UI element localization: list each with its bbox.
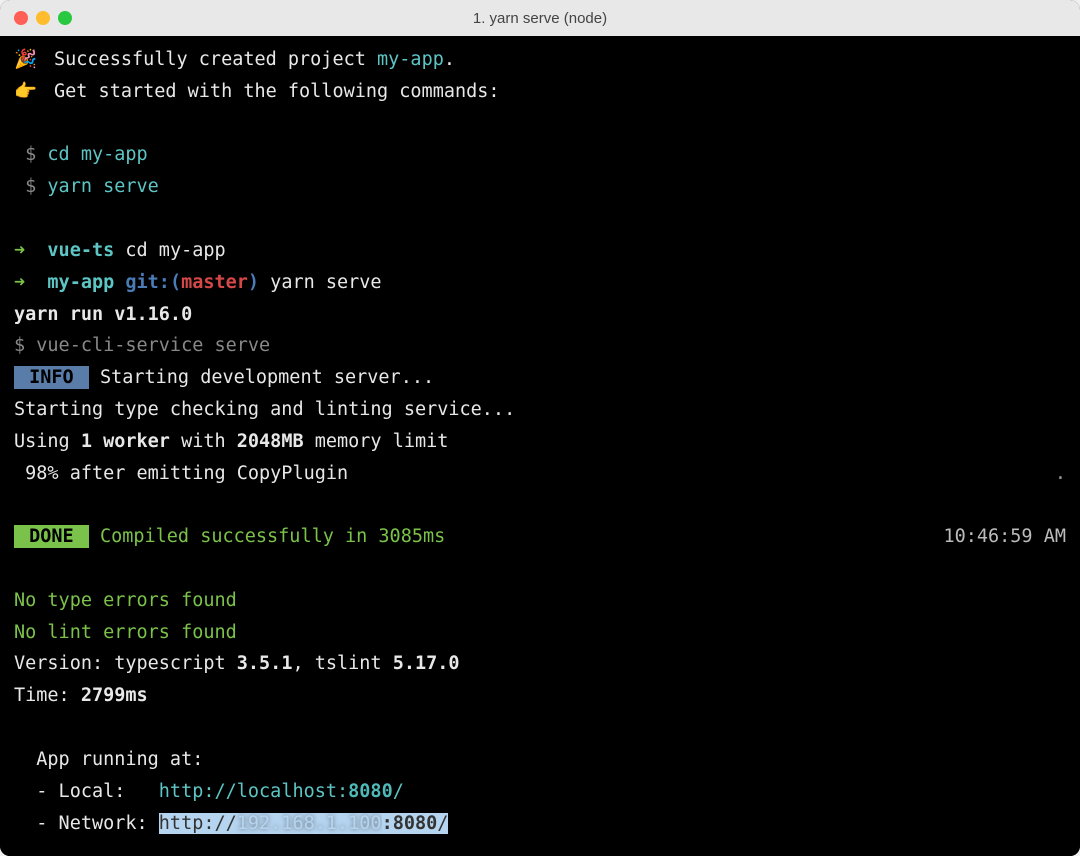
version-mid: , tslint: [292, 653, 392, 674]
network-suffix: /: [437, 813, 448, 834]
yarn-run: yarn run v1.16.0: [14, 299, 1066, 331]
local-port: 8080: [348, 781, 393, 802]
ts-version: 3.5.1: [237, 653, 293, 674]
traffic-lights: [14, 11, 72, 25]
minimize-button[interactable]: [36, 11, 50, 25]
cmd1-prefix: $: [14, 144, 47, 165]
progress-text: 98% after emitting CopyPlugin: [14, 463, 348, 484]
memory-limit: 2048MB: [237, 431, 304, 452]
no-lint-errors: No lint errors found: [14, 617, 1066, 649]
project-name: my-app: [377, 49, 444, 70]
workers-mid: with: [170, 431, 237, 452]
workers-prefix: Using: [14, 431, 81, 452]
network-url-prefix: http://: [159, 813, 237, 834]
point-icon: 👉: [14, 76, 54, 108]
progress-dot: .: [1055, 458, 1066, 490]
done-time: 10:46:59 AM: [943, 521, 1066, 553]
type-check-msg: Starting type checking and linting servi…: [14, 394, 1066, 426]
cmd1: cd my-app: [47, 144, 147, 165]
info-badge: INFO: [14, 366, 89, 389]
prompt-folder: my-app: [47, 272, 114, 293]
prompt-cmd: cd my-app: [114, 240, 225, 261]
network-label: - Network:: [14, 813, 159, 834]
time-value: 2799ms: [81, 685, 148, 706]
created-msg-prefix: Successfully created project: [54, 49, 377, 70]
prompt-arrow: ➜: [14, 272, 47, 293]
yarn-cli: $ vue-cli-service serve: [14, 330, 1066, 362]
local-url-prefix: http://localhost:: [159, 781, 348, 802]
workers-count: 1 worker: [81, 431, 170, 452]
network-hidden-ip: 192.168.1.100: [237, 813, 382, 834]
tada-icon: 🎉: [14, 44, 54, 76]
window-title: 1. yarn serve (node): [473, 10, 607, 27]
terminal-window: 1. yarn serve (node) 🎉Successfully creat…: [0, 0, 1080, 856]
get-started-msg: Get started with the following commands:: [54, 81, 500, 102]
created-msg-suffix: .: [444, 49, 455, 70]
git-branch: master: [181, 272, 248, 293]
network-port: :8080: [382, 813, 438, 834]
maximize-button[interactable]: [58, 11, 72, 25]
prompt-arrow: ➜: [14, 240, 47, 261]
cmd2-prefix: $: [14, 176, 47, 197]
git-close: ): [248, 272, 259, 293]
info-text: Starting development server...: [89, 367, 434, 388]
workers-suffix: memory limit: [304, 431, 449, 452]
terminal-content[interactable]: 🎉Successfully created project my-app. 👉Ge…: [0, 36, 1080, 856]
titlebar: 1. yarn serve (node): [0, 0, 1080, 36]
tslint-version: 5.17.0: [393, 653, 460, 674]
app-running: App running at:: [14, 744, 1066, 776]
prompt-folder: vue-ts: [47, 240, 114, 261]
close-button[interactable]: [14, 11, 28, 25]
time-prefix: Time:: [14, 685, 81, 706]
git-label: git:(: [114, 272, 181, 293]
version-prefix: Version: typescript: [14, 653, 237, 674]
local-url-suffix: /: [393, 781, 404, 802]
prompt-cmd: yarn serve: [259, 272, 382, 293]
no-type-errors: No type errors found: [14, 585, 1066, 617]
cmd2: yarn serve: [47, 176, 158, 197]
local-label: - Local:: [14, 781, 159, 802]
done-badge: DONE: [14, 525, 89, 548]
done-text: Compiled successfully in 3085ms: [89, 526, 445, 547]
